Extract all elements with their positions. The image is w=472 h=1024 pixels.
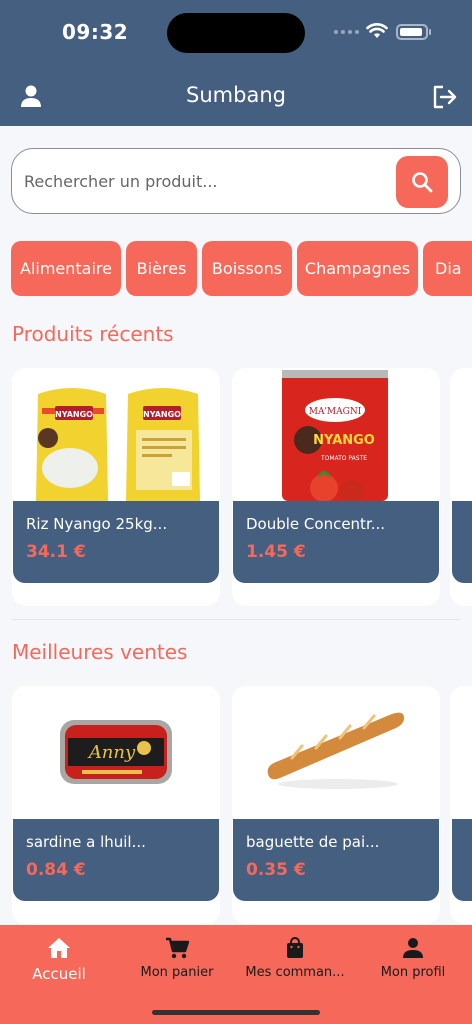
shopping-bag-icon [287, 937, 303, 958]
product-card-partial[interactable] [450, 686, 472, 924]
product-card[interactable]: NYANGO NYANGO Riz Nyango 25kg... 34.1 € [12, 368, 220, 606]
wifi-icon [366, 23, 388, 38]
status-bar: 09:32 [0, 0, 472, 66]
cellular-signal-icon [334, 30, 359, 34]
search-input[interactable] [24, 163, 394, 199]
status-time: 09:32 [62, 20, 129, 44]
nav-cart[interactable]: Mon panier [118, 937, 236, 980]
tomato-paste-can-image: MA'MAGNI NYANGO TOMATO PASTE [232, 368, 440, 501]
category-chip-bieres[interactable]: Bières [126, 241, 197, 296]
app-title: Sumbang [186, 83, 286, 107]
svg-text:Anny: Anny [87, 742, 136, 763]
search-button[interactable] [396, 156, 448, 208]
product-name: sardine a lhuil... [26, 833, 146, 851]
svg-text:NYANGO: NYANGO [313, 433, 375, 448]
category-chip-champagnes[interactable]: Champagnes [297, 241, 418, 296]
svg-text:MA'MAGNI: MA'MAGNI [309, 407, 362, 417]
product-price: 34.1 € [26, 542, 86, 562]
search-icon [412, 172, 433, 193]
svg-text:NYANGO: NYANGO [55, 410, 93, 419]
product-price: 0.84 € [26, 860, 86, 880]
svg-text:NYANGO: NYANGO [143, 410, 181, 419]
category-list: Alimentaire Bières Boissons Champagnes D… [0, 241, 472, 297]
svg-text:TOMATO PASTE: TOMATO PASTE [320, 455, 367, 462]
search-bar [11, 148, 461, 214]
nav-home-label: Accueil [32, 965, 86, 983]
nav-profile[interactable]: Mon profil [354, 937, 472, 980]
product-name: Double Concentr... [246, 515, 386, 533]
category-chip-dia[interactable]: Dia [423, 241, 472, 296]
nav-orders[interactable]: Mes comman... [236, 937, 354, 980]
product-card-partial[interactable] [450, 368, 472, 606]
product-info: baguette de pai... 0.35 € [233, 819, 439, 901]
cart-icon [166, 937, 189, 959]
product-info: Riz Nyango 25kg... 34.1 € [13, 501, 219, 583]
dynamic-island [167, 13, 305, 53]
product-info: sardine a lhuil... 0.84 € [13, 819, 219, 901]
app-bar: Sumbang [0, 66, 472, 126]
nav-orders-label: Mes comman... [245, 965, 345, 980]
home-indicator [152, 1010, 320, 1015]
person-icon [403, 938, 423, 958]
product-price: 0.35 € [246, 860, 306, 880]
recent-products-title: Produits récents [12, 322, 174, 346]
product-card[interactable]: Anny sardine a lhuil... 0.84 € [12, 686, 220, 924]
rice-bags-image: NYANGO NYANGO [12, 368, 220, 501]
sardine-tin-image: Anny [12, 686, 220, 819]
product-card[interactable]: baguette de pai... 0.35 € [232, 686, 440, 924]
section-divider [12, 619, 460, 620]
nav-profile-label: Mon profil [380, 965, 446, 980]
category-chip-alimentaire[interactable]: Alimentaire [11, 241, 121, 296]
nav-cart-label: Mon panier [140, 965, 214, 980]
product-name: baguette de pai... [246, 833, 380, 851]
nav-home[interactable]: Accueil [0, 937, 118, 983]
category-chip-boissons[interactable]: Boissons [202, 241, 292, 296]
best-sellers-title: Meilleures ventes [12, 640, 188, 664]
logout-icon[interactable] [432, 84, 458, 110]
product-price: 1.45 € [246, 542, 306, 562]
home-icon [48, 938, 70, 958]
product-card[interactable]: MA'MAGNI NYANGO TOMATO PASTE Double Conc… [232, 368, 440, 606]
product-name: Riz Nyango 25kg... [26, 515, 168, 533]
battery-icon [396, 24, 431, 40]
baguette-image [232, 686, 440, 819]
product-info: Double Concentr... 1.45 € [233, 501, 439, 583]
